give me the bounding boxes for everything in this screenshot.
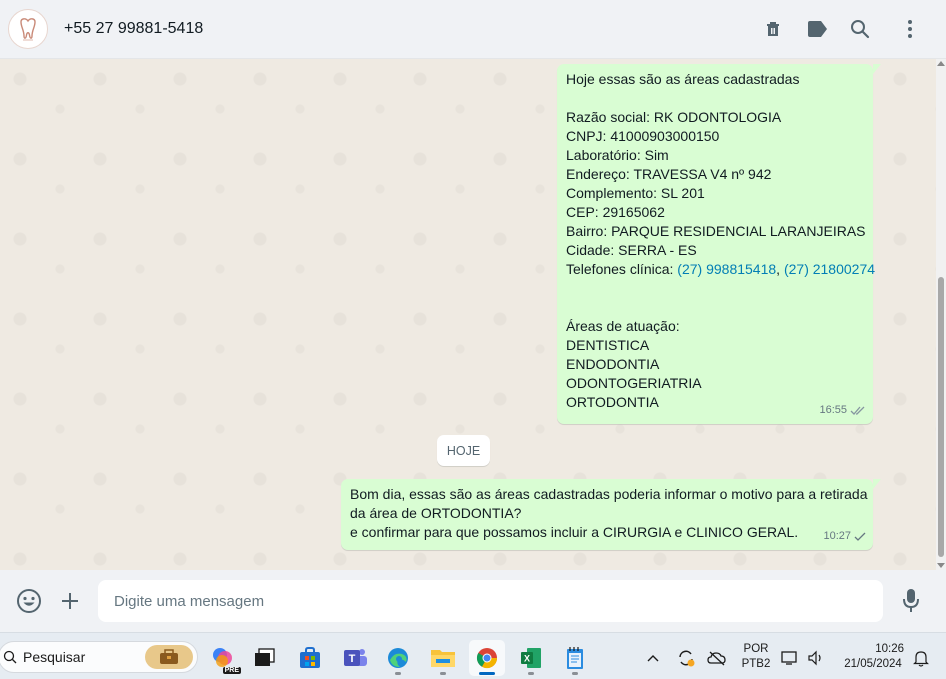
phone-separator: , bbox=[776, 261, 784, 277]
running-indicator bbox=[572, 672, 578, 675]
running-indicator bbox=[528, 672, 534, 675]
message-text: Bom dia, essas são as áreas cadastradas … bbox=[350, 485, 868, 542]
contact-name[interactable]: +55 27 99881-5418 bbox=[64, 20, 203, 38]
scroll-up-arrow[interactable] bbox=[937, 61, 945, 66]
label-icon[interactable] bbox=[805, 17, 829, 41]
message-line: ENDODONTIA bbox=[566, 356, 660, 372]
volume-icon[interactable] bbox=[802, 640, 830, 676]
running-indicator-active bbox=[479, 672, 495, 675]
message-composer bbox=[0, 570, 946, 632]
message-line: Razão social: RK ODONTOLOGIA bbox=[566, 109, 782, 125]
microsoft-store-icon[interactable] bbox=[292, 640, 328, 676]
message-line: Bom dia, essas são as áreas cadastradas … bbox=[350, 486, 868, 502]
copilot-pre-icon[interactable]: PRE bbox=[205, 640, 241, 676]
running-indicator bbox=[440, 672, 446, 675]
message-line: Bairro: PARQUE RESIDENCIAL LARANJEIRAS bbox=[566, 223, 866, 239]
message-line bbox=[566, 89, 864, 108]
language-code: POR bbox=[743, 643, 769, 655]
message-line: da área de ORTODONTIA? bbox=[350, 505, 522, 521]
phone-link[interactable]: (27) 21800274 bbox=[784, 261, 875, 277]
phones-line: Telefones clínica: (27) 998815418, (27) … bbox=[566, 260, 875, 279]
clock[interactable]: 10:26 21/05/2024 bbox=[836, 642, 910, 672]
svg-text:T: T bbox=[349, 653, 356, 665]
scrollbar-track[interactable] bbox=[936, 59, 946, 570]
message-meta: 16:55 bbox=[819, 401, 866, 420]
message-line: Áreas de atuação: bbox=[566, 318, 680, 334]
search-label: Pesquisar bbox=[23, 649, 86, 665]
message-time: 16:55 bbox=[819, 404, 847, 416]
single-check-icon bbox=[854, 532, 866, 541]
tooth-logo-icon bbox=[20, 18, 36, 41]
task-view-icon[interactable] bbox=[247, 640, 283, 676]
keyboard-layout: PTB2 bbox=[741, 658, 771, 670]
message-line bbox=[566, 298, 864, 317]
message-line: CEP: 29165062 bbox=[566, 204, 665, 220]
message-time: 10:27 bbox=[823, 530, 851, 542]
message-line: CNPJ: 41000903000150 bbox=[566, 128, 720, 144]
windows-taskbar: Pesquisar PRE T X POR PTB2 10:26 21/05/2… bbox=[0, 632, 946, 679]
search-icon bbox=[3, 650, 17, 664]
scroll-down-arrow[interactable] bbox=[937, 563, 945, 568]
clock-date: 21/05/2024 bbox=[844, 658, 902, 670]
date-divider: HOJE bbox=[437, 435, 490, 466]
teams-icon[interactable]: T bbox=[337, 640, 373, 676]
chrome-icon[interactable] bbox=[469, 640, 505, 676]
phones-label: Telefones clínica: bbox=[566, 261, 678, 277]
search-icon[interactable] bbox=[848, 17, 872, 41]
archive-icon[interactable] bbox=[761, 17, 785, 41]
bubble-tail bbox=[873, 64, 881, 74]
edge-icon[interactable] bbox=[380, 640, 416, 676]
chat-area[interactable]: Hoje essas são as áreas cadastradas Razão… bbox=[0, 59, 946, 570]
message-text-continued: Áreas de atuação: DENTISTICA ENDODONTIA ODO… bbox=[566, 279, 864, 412]
message-bubble-outgoing[interactable]: Bom dia, essas são as áreas cadastradas … bbox=[341, 479, 881, 550]
message-line: ODONTOGERIATRIA bbox=[566, 375, 702, 391]
message-line: Complemento: SL 201 bbox=[566, 185, 705, 201]
attach-plus-icon[interactable] bbox=[56, 587, 84, 615]
message-line: Endereço: TRAVESSA V4 nº 942 bbox=[566, 166, 772, 182]
language-indicator[interactable]: POR PTB2 bbox=[738, 642, 774, 672]
microphone-icon[interactable] bbox=[897, 587, 925, 615]
bubble-tail bbox=[873, 479, 881, 489]
message-line: DENTISTICA bbox=[566, 337, 650, 353]
taskbar-search[interactable]: Pesquisar bbox=[0, 641, 198, 673]
file-explorer-icon[interactable] bbox=[425, 640, 461, 676]
message-input[interactable] bbox=[98, 580, 883, 622]
message-line: Cidade: SERRA - ES bbox=[566, 242, 697, 258]
search-highlight-icon bbox=[145, 645, 193, 669]
pre-badge: PRE bbox=[222, 667, 241, 674]
double-check-icon bbox=[850, 406, 865, 415]
emoji-icon[interactable] bbox=[15, 587, 43, 615]
notification-bell-icon[interactable] bbox=[908, 640, 934, 676]
svg-text:X: X bbox=[524, 654, 530, 664]
contact-avatar[interactable] bbox=[8, 9, 48, 49]
message-text: Hoje essas são as áreas cadastradas Razão… bbox=[566, 70, 866, 260]
phone-link[interactable]: (27) 998815418 bbox=[677, 261, 776, 277]
onedrive-offline-icon[interactable] bbox=[699, 640, 735, 676]
message-bubble-outgoing[interactable]: Hoje essas são as áreas cadastradas Razão… bbox=[557, 64, 881, 424]
chat-header: +55 27 99881-5418 bbox=[0, 0, 946, 59]
message-line: e confirmar para que possamos incluir a … bbox=[350, 524, 799, 540]
chevron-up-icon[interactable] bbox=[635, 640, 671, 676]
message-meta: 10:27 bbox=[823, 527, 866, 546]
message-line bbox=[566, 279, 864, 298]
message-line: Laboratório: Sim bbox=[566, 147, 669, 163]
network-icon[interactable] bbox=[776, 640, 804, 676]
scrollbar-thumb[interactable] bbox=[938, 277, 944, 557]
notepad-icon[interactable] bbox=[557, 640, 593, 676]
excel-icon[interactable]: X bbox=[513, 640, 549, 676]
menu-icon[interactable] bbox=[898, 17, 922, 41]
message-line: Hoje essas são as áreas cadastradas bbox=[566, 71, 800, 87]
clock-time: 10:26 bbox=[875, 643, 904, 655]
running-indicator bbox=[395, 672, 401, 675]
